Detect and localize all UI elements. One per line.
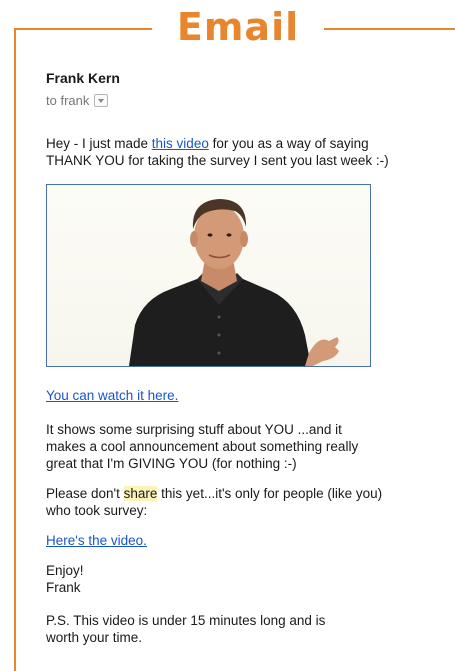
- this-video-link[interactable]: this video: [152, 136, 209, 151]
- intro-text-line2: THANK YOU for taking the survey I sent y…: [46, 153, 389, 168]
- heres-the-video-link[interactable]: Here's the video.: [46, 532, 416, 549]
- frame-top-left-line: [14, 28, 152, 30]
- shows-paragraph: It shows some surprising stuff about YOU…: [46, 421, 416, 472]
- frame-top-right-line: [324, 28, 455, 30]
- sender-name: Frank Kern: [46, 70, 120, 86]
- video-thumbnail[interactable]: [46, 184, 371, 367]
- intro-text-before: Hey - I just made: [46, 136, 152, 151]
- shows-line1: It shows some surprising stuff about YOU…: [46, 422, 342, 437]
- watch-link[interactable]: You can watch it here.: [46, 387, 416, 404]
- please-text-before: Please don't: [46, 486, 124, 501]
- recipient-line: to frank: [46, 93, 109, 108]
- presenter-image: [129, 199, 339, 366]
- intro-paragraph: Hey - I just made this video for you as …: [46, 135, 416, 169]
- shows-line3: great that I'm GIVING YOU (for nothing :…: [46, 456, 297, 471]
- please-paragraph: Please don't share this yet...it's only …: [46, 485, 416, 519]
- chevron-down-icon[interactable]: [94, 94, 109, 107]
- ps-line1: P.S. This video is under 15 minutes long…: [46, 613, 326, 628]
- signature-line2: Frank: [46, 580, 81, 595]
- signature-line1: Enjoy!: [46, 563, 84, 578]
- please-line2: who took survey:: [46, 503, 148, 518]
- intro-text-after: for you as a way of saying: [208, 136, 369, 151]
- ps-line2: worth your time.: [46, 630, 143, 645]
- frame-left-line: [14, 28, 16, 671]
- share-highlight: share: [123, 486, 158, 501]
- page-title: Email: [176, 5, 300, 49]
- signature: Enjoy! Frank: [46, 562, 416, 596]
- recipient-label: to frank: [46, 93, 90, 108]
- please-text-after: this yet...it's only for people (like yo…: [157, 486, 383, 501]
- shows-line2: makes a cool announcement about somethin…: [46, 439, 359, 454]
- ps-paragraph: P.S. This video is under 15 minutes long…: [46, 612, 416, 646]
